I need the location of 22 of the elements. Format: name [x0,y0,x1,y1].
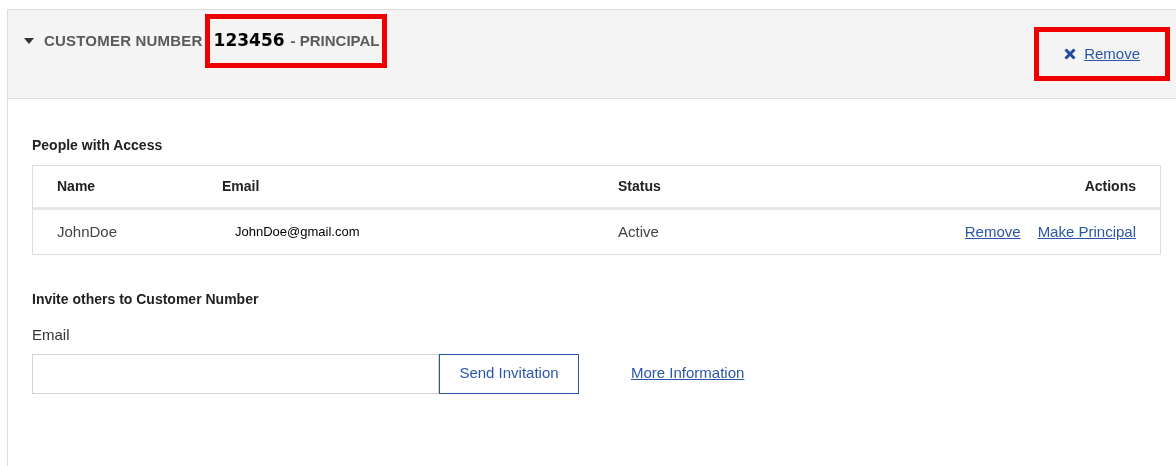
customer-number: 123456 [213,29,285,53]
customer-number-label: CUSTOMER NUMBER [44,30,203,51]
more-information-link[interactable]: More Information [631,362,745,385]
table-cell-text: JohnDoe@gmail.com [234,223,361,242]
table-cell-text: JohnDoe [57,221,119,242]
section-title: People with Access [32,136,164,155]
close-icon[interactable] [1064,48,1077,60]
action-link[interactable]: Make Principal [1037,220,1136,244]
column-header: Email [222,177,261,196]
send-invitation-button[interactable]: Send Invitation [439,353,579,394]
table-cell-text: Active [618,221,660,242]
email-field[interactable] [32,353,439,394]
caret-down-icon[interactable] [24,38,34,44]
remove-link[interactable]: Remove [1084,42,1140,66]
column-header: Name [57,177,97,196]
action-link[interactable]: Remove [964,220,1021,244]
section-title: Invite others to Customer Number [32,290,260,309]
column-header: Status [618,177,662,196]
field-label: Email [32,325,71,345]
panel-header[interactable]: CUSTOMER NUMBER 123456 - PRINCIPAL Remove [8,10,1176,99]
principal-label: - PRINCIPAL [290,30,380,51]
column-header: Actions [1084,177,1136,196]
